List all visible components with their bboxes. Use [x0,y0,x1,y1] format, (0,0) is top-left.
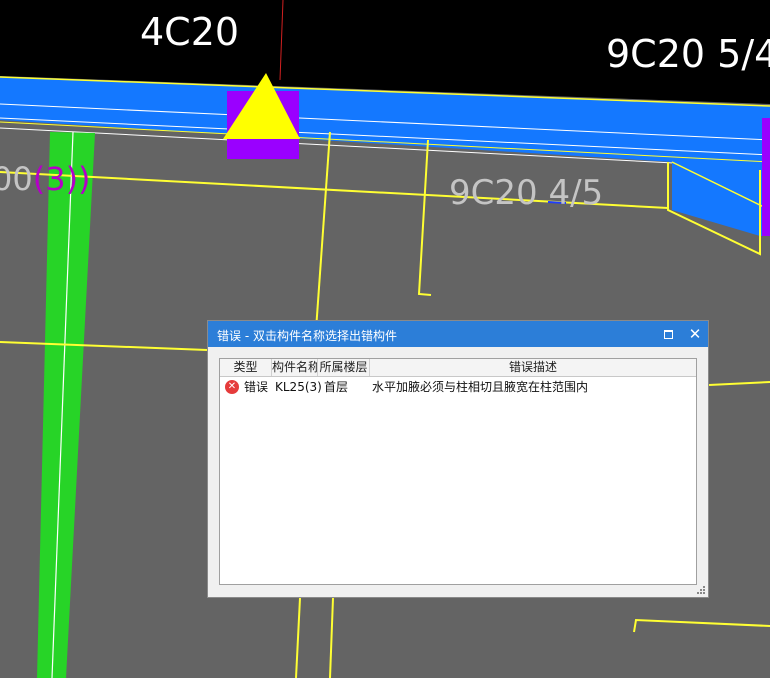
error-dialog: 错误 - 双击构件名称选择出错构件 ✕ 类型 构件名称 所属楼层 错误描述 ✕ … [207,320,709,598]
close-icon: ✕ [688,325,702,343]
slab-line [315,131,331,331]
maximize-button[interactable] [658,324,678,344]
column-green[interactable] [37,132,95,678]
column-header-description[interactable]: 错误描述 [370,359,696,376]
rebar-label-4c20: 4C20 [140,10,240,54]
slab-line [633,618,770,633]
table-header: 类型 构件名称 所属楼层 错误描述 [220,359,696,377]
resize-grip-icon[interactable] [696,585,706,595]
dialog-title: 错误 - 双击构件名称选择出错构件 [217,329,397,343]
error-table: 类型 构件名称 所属楼层 错误描述 ✕ 错误 KL25(3) 首层 水平加腋必须… [219,358,697,585]
row-description: 水平加腋必须与柱相切且腋宽在柱范围内 [372,380,589,394]
rebar-label-9c20-54: 9C20 5/4 [606,32,770,76]
dialog-titlebar[interactable]: 错误 - 双击构件名称选择出错构件 ✕ [208,321,708,347]
beam-label-partial: 00(3)) [0,160,91,198]
column-purple-right[interactable] [762,118,770,236]
row-type: 错误 [244,380,269,394]
error-icon: ✕ [225,380,239,394]
column-header-floor[interactable]: 所属楼层 [318,359,370,376]
maximize-icon [663,330,673,339]
row-component-name[interactable]: KL25(3) [275,378,322,396]
row-floor: 首层 [324,380,349,394]
rebar-label-9c20-45: 9C20 4/5 [449,173,604,213]
slab-line [0,341,208,351]
column-header-type[interactable]: 类型 [220,359,272,376]
haunch-shape [672,160,770,236]
slab-line [708,381,770,386]
close-button[interactable]: ✕ [685,324,705,344]
table-row[interactable]: ✕ 错误 KL25(3) 首层 水平加腋必须与柱相切且腋宽在柱范围内 [220,378,696,396]
slab-line [295,597,301,678]
slab-line [329,597,334,678]
slab-line [417,139,432,296]
column-header-name[interactable]: 构件名称 [272,359,318,376]
